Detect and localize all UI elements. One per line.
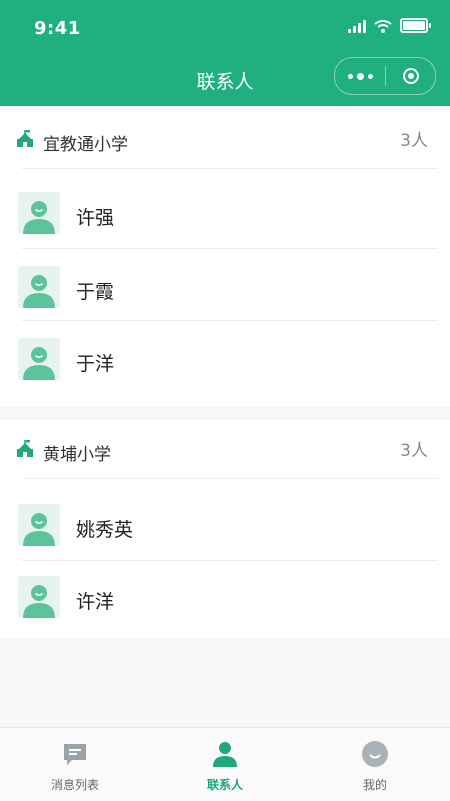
tab-profile[interactable]: 我的 [300, 728, 450, 801]
status-time: 9:41 [34, 18, 81, 39]
person-avatar-icon [23, 275, 55, 308]
avatar [18, 266, 60, 308]
contact-name: 于霞 [76, 281, 115, 303]
bottom-tab-bar: 消息列表 联系人 我的 [0, 727, 450, 801]
divider [22, 168, 438, 169]
tab-label: 我的 [362, 778, 387, 792]
wifi-icon [374, 19, 392, 33]
person-avatar-icon [23, 201, 55, 234]
contact-item[interactable]: 于洋 [0, 324, 450, 396]
profile-icon [362, 741, 388, 767]
contact-name: 许洋 [76, 591, 115, 613]
contact-name: 于洋 [76, 353, 115, 375]
school-name: 黄埔小学 [43, 445, 111, 465]
contact-item[interactable]: 许强 [0, 178, 450, 250]
message-icon [64, 744, 86, 765]
school-group-header[interactable]: 宜教通小学 3人 [0, 110, 450, 168]
contact-name: 姚秀英 [76, 519, 134, 541]
person-avatar-icon [23, 585, 55, 618]
school-group-header[interactable]: 黄埔小学 3人 [0, 420, 450, 478]
header-bar: 9:41 联系人 [0, 0, 450, 106]
more-options-button[interactable] [335, 58, 385, 94]
status-bar: 9:41 [0, 0, 450, 50]
school-icon [17, 440, 33, 457]
avatar [18, 338, 60, 380]
contacts-icon [213, 742, 237, 767]
tab-label: 消息列表 [50, 778, 99, 792]
school-group: 黄埔小学 3人 姚秀英 许洋 [0, 420, 450, 638]
avatar [18, 504, 60, 546]
contact-item[interactable]: 于霞 [0, 252, 450, 324]
person-avatar-icon [23, 513, 55, 546]
tab-messages[interactable]: 消息列表 [0, 728, 150, 801]
divider [22, 478, 438, 479]
school-name: 宜教通小学 [43, 135, 128, 155]
contact-name: 许强 [76, 207, 115, 229]
member-count: 3人 [400, 441, 428, 461]
close-button[interactable] [386, 58, 435, 94]
signal-icon [348, 19, 366, 33]
avatar [18, 576, 60, 618]
member-count: 3人 [400, 131, 428, 151]
miniprogram-capsule [334, 57, 436, 95]
divider [22, 560, 438, 561]
person-avatar-icon [23, 347, 55, 380]
divider [22, 320, 438, 321]
tab-label: 联系人 [206, 778, 243, 792]
system-icons [348, 18, 431, 33]
school-icon [17, 130, 33, 147]
contact-item[interactable]: 许洋 [0, 562, 450, 634]
school-group: 宜教通小学 3人 许强 于霞 于洋 [0, 110, 450, 407]
divider [22, 248, 438, 249]
contact-item[interactable]: 姚秀英 [0, 490, 450, 562]
avatar [18, 192, 60, 234]
tab-contacts[interactable]: 联系人 [150, 728, 300, 801]
battery-icon [400, 18, 431, 33]
close-target-icon [402, 68, 419, 84]
